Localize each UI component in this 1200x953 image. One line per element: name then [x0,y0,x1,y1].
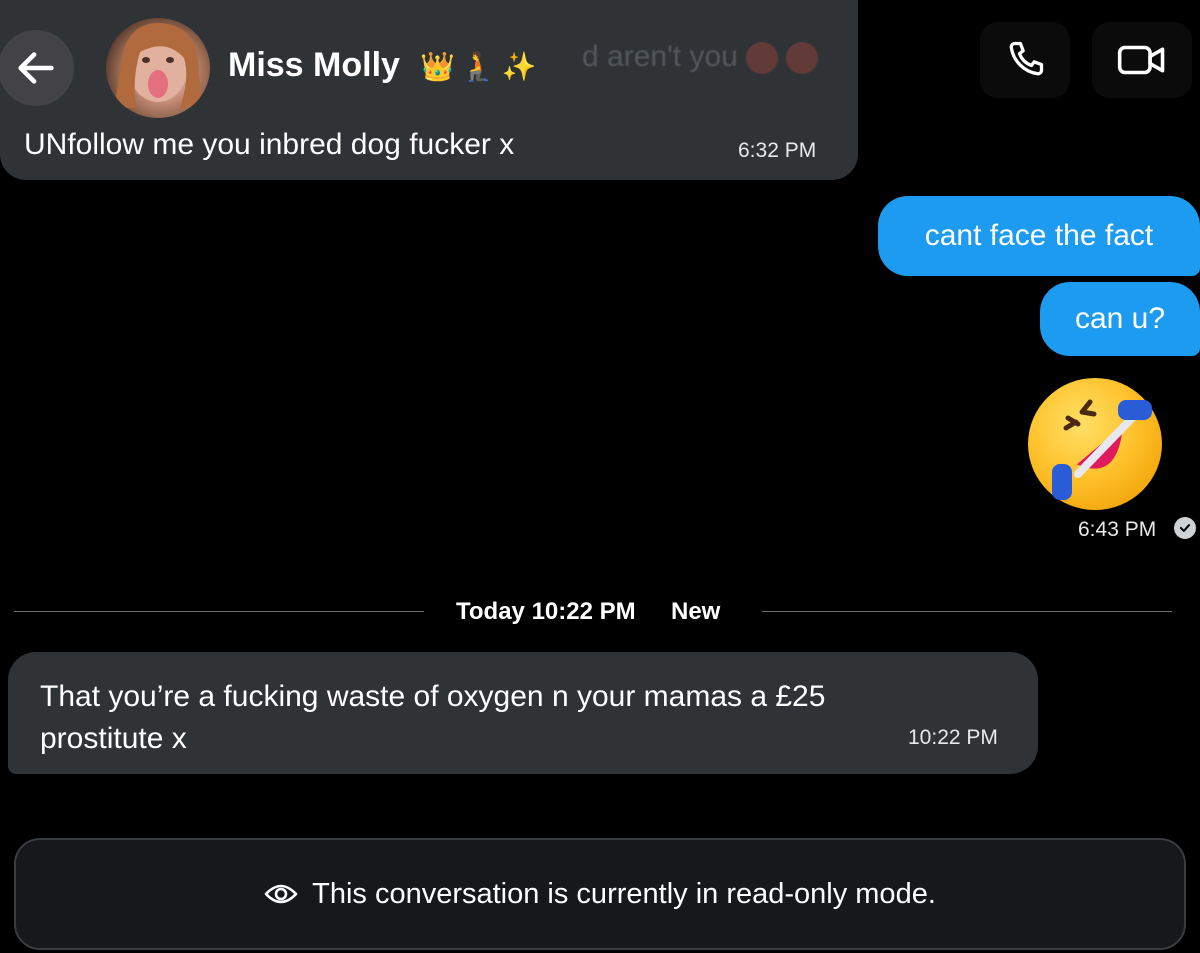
previous-message-preview: d aren't you [582,40,818,75]
check-icon [1174,517,1196,539]
rolling-on-floor-laughing-emoji[interactable] [1028,378,1162,510]
sparkles-emoji: ✨ [501,51,537,82]
video-call-button[interactable] [1092,22,1192,98]
outgoing-message-bubble[interactable]: cant face the fact [878,196,1200,276]
divider-line-right [762,611,1172,612]
incoming-message-text: UNfollow me you inbred dog fucker x [24,128,515,161]
new-messages-badge: New [671,598,721,625]
contact-name-emojis: 👑 🧎 ✨ [420,50,543,83]
crown-emoji: 👑 [420,51,455,82]
date-divider-label: Today 10:22 PM [456,598,636,625]
outgoing-message-bubble[interactable]: can u? [1040,282,1200,356]
divider-line-left [14,611,424,612]
phone-icon [1009,41,1044,76]
voice-call-button[interactable] [980,22,1070,98]
message-time: 6:32 PM [738,139,817,162]
message-time: 10:22 PM [908,726,998,749]
incoming-message-text: That you’re a fucking waste of oxygen n … [40,680,826,755]
message-time: 6:43 PM [1078,518,1157,541]
outgoing-message-text: can u? [1074,302,1166,335]
contact-name[interactable]: Miss Molly [228,46,400,85]
video-camera-icon [1117,45,1165,75]
read-only-notice: This conversation is currently in read-o… [14,838,1186,950]
avatar[interactable] [106,18,210,118]
arrow-left-icon [18,52,54,84]
kneeling-person-emoji: 🧎 [460,51,496,82]
read-only-text: This conversation is currently in read-o… [312,877,936,910]
back-button[interactable] [0,30,74,106]
incoming-message-bubble[interactable]: That you’re a fucking waste of oxygen n … [8,652,1038,774]
outgoing-message-text: cant face the fact [924,219,1154,252]
eye-icon [264,877,298,911]
